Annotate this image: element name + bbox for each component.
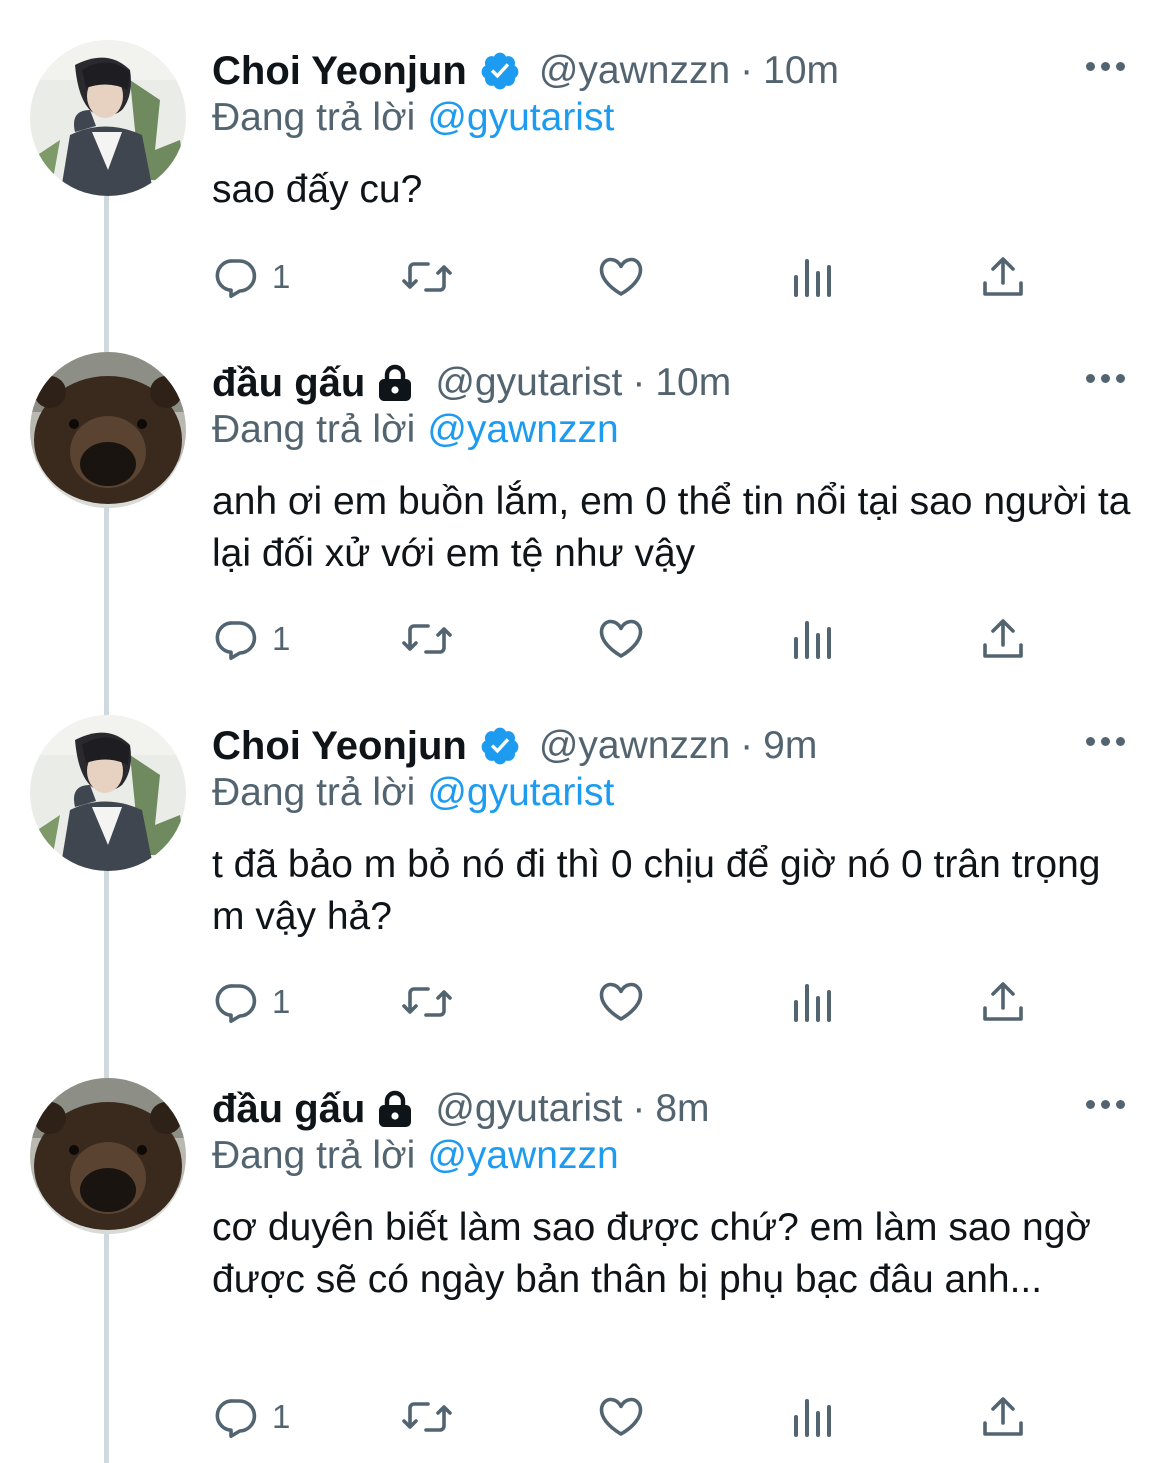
display-name[interactable]: Choi Yeonjun — [212, 49, 467, 94]
reply-to-handle[interactable]: @yawnzzn — [427, 408, 618, 451]
verified-badge-icon — [479, 725, 521, 767]
reply-to-handle[interactable]: @gyutarist — [427, 771, 614, 814]
lock-icon — [373, 1088, 417, 1130]
share-icon — [980, 978, 1026, 1026]
reply-count: 1 — [272, 1398, 291, 1435]
avatar[interactable] — [30, 1078, 186, 1234]
more-icon[interactable] — [1086, 731, 1130, 751]
replying-to: Đang trả lời @gyutarist — [212, 771, 614, 815]
reply-prefix: Đang trả lời — [212, 771, 416, 814]
replying-to: Đang trả lời @yawnzzn — [212, 1134, 619, 1178]
analytics-icon — [790, 615, 834, 663]
reply-count: 1 — [272, 258, 291, 295]
avatar[interactable] — [30, 715, 186, 871]
reply-prefix: Đang trả lời — [212, 408, 416, 451]
tweet-text: cơ duyên biết làm sao được chứ? em làm s… — [212, 1206, 1092, 1301]
reply-count: 1 — [272, 620, 291, 657]
like-button[interactable] — [596, 977, 646, 1027]
reply-button[interactable]: 1 — [212, 1392, 290, 1442]
reply-icon — [212, 1393, 260, 1441]
analytics-button[interactable] — [790, 977, 834, 1027]
tweet-text: anh ơi em buồn lắm, em 0 thể tin nổi tại… — [212, 480, 1131, 575]
separator: · — [632, 1087, 646, 1130]
reply-icon — [212, 253, 260, 301]
replying-to: Đang trả lời @gyutarist — [212, 96, 614, 140]
reply-to-handle[interactable]: @yawnzzn — [427, 1134, 618, 1177]
timestamp[interactable]: 9m — [763, 724, 817, 768]
tweet-text: sao đấy cu? — [212, 168, 423, 211]
retweet-icon — [400, 1393, 454, 1441]
like-icon — [596, 1393, 646, 1441]
retweet-button[interactable] — [400, 977, 454, 1027]
tweet-header: đầu gấu @gyutarist · 8m — [212, 1082, 710, 1136]
retweet-icon — [400, 253, 454, 301]
reply-to-handle[interactable]: @gyutarist — [427, 96, 614, 139]
like-icon — [596, 615, 646, 663]
tweet-text: t đã bảo m bỏ nó đi thì 0 chịu để giờ nó… — [212, 843, 1101, 938]
retweet-button[interactable] — [400, 614, 454, 664]
retweet-icon — [400, 615, 454, 663]
separator: · — [632, 361, 646, 404]
share-button[interactable] — [980, 252, 1026, 302]
tweet-header: Choi Yeonjun @yawnzzn · 9m — [212, 719, 817, 773]
like-button[interactable] — [596, 252, 646, 302]
separator: · — [740, 49, 754, 92]
reply-prefix: Đang trả lời — [212, 1134, 416, 1177]
analytics-icon — [790, 253, 834, 301]
reply-button[interactable]: 1 — [212, 977, 290, 1027]
handle[interactable]: @gyutarist — [435, 1087, 622, 1131]
reply-prefix: Đang trả lời — [212, 96, 416, 139]
handle[interactable]: @yawnzzn — [539, 724, 730, 768]
handle[interactable]: @yawnzzn — [539, 49, 730, 93]
more-icon[interactable] — [1086, 56, 1130, 76]
lock-icon — [373, 362, 417, 404]
handle[interactable]: @gyutarist — [435, 361, 622, 405]
share-icon — [980, 615, 1026, 663]
like-button[interactable] — [596, 614, 646, 664]
timestamp[interactable]: 10m — [655, 361, 731, 405]
like-icon — [596, 253, 646, 301]
analytics-icon — [790, 978, 834, 1026]
avatar[interactable] — [30, 352, 186, 508]
avatar[interactable] — [30, 40, 186, 196]
tweet-actions: 1 — [212, 614, 1042, 664]
reply-button[interactable]: 1 — [212, 252, 290, 302]
analytics-button[interactable] — [790, 252, 834, 302]
timestamp[interactable]: 10m — [763, 49, 839, 93]
verified-badge-icon — [479, 50, 521, 92]
display-name[interactable]: đầu gấu — [212, 361, 365, 406]
retweet-icon — [400, 978, 454, 1026]
retweet-button[interactable] — [400, 1392, 454, 1442]
display-name[interactable]: đầu gấu — [212, 1087, 365, 1132]
share-icon — [980, 1393, 1026, 1441]
timestamp[interactable]: 8m — [655, 1087, 709, 1131]
more-icon[interactable] — [1086, 1094, 1130, 1114]
reply-button[interactable]: 1 — [212, 614, 290, 664]
like-button[interactable] — [596, 1392, 646, 1442]
retweet-button[interactable] — [400, 252, 454, 302]
tweet-header: Choi Yeonjun @yawnzzn · 10m — [212, 44, 839, 98]
tweet-actions: 1 — [212, 252, 1042, 302]
share-button[interactable] — [980, 977, 1026, 1027]
share-button[interactable] — [980, 1392, 1026, 1442]
analytics-icon — [790, 1393, 834, 1441]
reply-count: 1 — [272, 983, 291, 1020]
share-icon — [980, 253, 1026, 301]
like-icon — [596, 978, 646, 1026]
reply-icon — [212, 978, 260, 1026]
analytics-button[interactable] — [790, 614, 834, 664]
more-icon[interactable] — [1086, 368, 1130, 388]
tweet-actions: 1 — [212, 1392, 1042, 1442]
analytics-button[interactable] — [790, 1392, 834, 1442]
tweet-header: đầu gấu @gyutarist · 10m — [212, 356, 731, 410]
tweet-actions: 1 — [212, 977, 1042, 1027]
reply-icon — [212, 615, 260, 663]
separator: · — [740, 724, 754, 767]
share-button[interactable] — [980, 614, 1026, 664]
display-name[interactable]: Choi Yeonjun — [212, 724, 467, 769]
replying-to: Đang trả lời @yawnzzn — [212, 408, 619, 452]
